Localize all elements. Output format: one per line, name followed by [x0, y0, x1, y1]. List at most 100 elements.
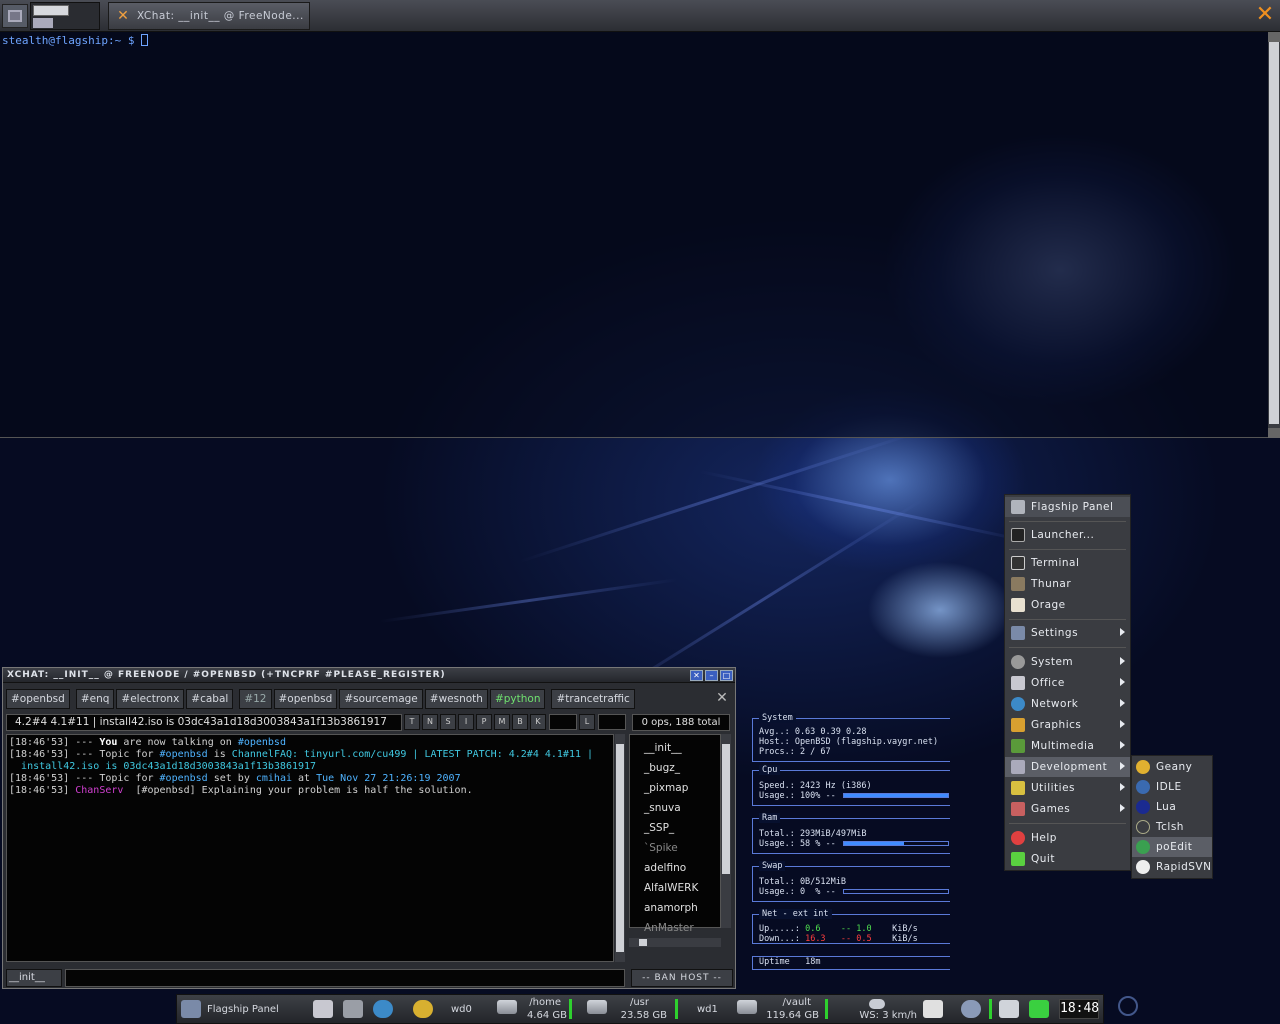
flagship-panel-button[interactable]: Flagship Panel	[181, 995, 305, 1023]
nick-item[interactable]: AlfalWERK	[644, 878, 720, 898]
submenu-item-poedit[interactable]: poEdit	[1132, 837, 1212, 857]
tab-openbsd-2[interactable]: #openbsd	[273, 689, 338, 709]
menu-item-system[interactable]: System	[1005, 652, 1130, 672]
tab-trancetraffic[interactable]: #trancetraffic	[551, 689, 635, 709]
nick-item[interactable]: __init__	[644, 738, 720, 758]
nick-item[interactable]: `Spike	[644, 838, 720, 858]
nick-list[interactable]: __init__ _bugz_ _pixmap _snuva _SSP_ `Sp…	[629, 734, 721, 934]
menu-item-settings[interactable]: Settings	[1005, 623, 1130, 643]
message-input[interactable]	[65, 969, 625, 987]
submenu-item-idle[interactable]: IDLE	[1132, 777, 1212, 797]
minimize-button[interactable]: –	[705, 669, 718, 681]
menu-item-thunar[interactable]: Thunar	[1005, 574, 1130, 594]
ram-usage: Usage.: 58 % --	[759, 839, 836, 849]
mode-i-button[interactable]: I	[458, 714, 474, 730]
menu-item-terminal[interactable]: Terminal	[1005, 553, 1130, 573]
workspace-1[interactable]	[33, 5, 69, 16]
submenu-item-rapidsvn[interactable]: RapidSVN	[1132, 857, 1212, 877]
menu-header: Flagship Panel	[1005, 497, 1130, 517]
menu-item-orage[interactable]: Orage	[1005, 595, 1130, 615]
menu-item-launcher[interactable]: Launcher...	[1005, 525, 1130, 545]
menu-item-development[interactable]: Development	[1005, 757, 1130, 777]
menu-item-network[interactable]: Network	[1005, 694, 1130, 714]
workspace-2[interactable]	[33, 18, 53, 28]
nick-item[interactable]: _SSP_	[644, 818, 720, 838]
chat-log[interactable]: [18:46'53] --- You are now talking on #o…	[6, 734, 614, 962]
tab-openbsd[interactable]: #openbsd	[6, 689, 70, 709]
menu-item-quit[interactable]: Quit	[1005, 849, 1130, 869]
close-button[interactable]: □	[720, 669, 733, 681]
file-cabinet-icon[interactable]	[343, 1000, 363, 1018]
pidgin-icon[interactable]	[413, 1000, 433, 1018]
scroll-up-icon[interactable]	[1268, 32, 1280, 42]
desktop-menu-button[interactable]	[2, 4, 28, 28]
mode-n-button[interactable]: N	[422, 714, 438, 730]
menu-item-utilities[interactable]: Utilities	[1005, 778, 1130, 798]
terminal-window[interactable]: stealth@flagship:~ $	[0, 32, 1280, 438]
logout-icon[interactable]	[1029, 1000, 1049, 1018]
tab-enq[interactable]: #enq	[75, 689, 115, 709]
mode-b-button[interactable]: B	[512, 714, 528, 730]
audio-icon[interactable]	[961, 1000, 981, 1018]
text-editor-icon[interactable]	[313, 1000, 333, 1018]
tab-python[interactable]: #python	[489, 689, 546, 709]
nick-item[interactable]: AnMaster	[644, 918, 720, 938]
xchat-titlebar[interactable]: XCHAT: __INIT__ @ FREENODE / #OPENBSD (+…	[3, 668, 735, 683]
menu-item-graphics[interactable]: Graphics	[1005, 715, 1130, 735]
topic-field[interactable]: 4.2#4 4.1#11 | install42.iso is 03dc43a1…	[6, 713, 402, 731]
mode-s-button[interactable]: S	[440, 714, 456, 730]
nicklist-hscrollbar[interactable]	[629, 938, 721, 947]
scroll-down-icon[interactable]	[1268, 428, 1280, 438]
mode-k-button[interactable]: K	[530, 714, 546, 730]
submenu-item-tclsh[interactable]: Tclsh	[1132, 817, 1212, 837]
tab-wesnoth[interactable]: #wesnoth	[424, 689, 488, 709]
ban-host-button[interactable]: -- BAN HOST --	[631, 969, 733, 987]
nick-item[interactable]: anamorph	[644, 898, 720, 918]
chat-scrollbar[interactable]	[615, 734, 625, 962]
menu-item-office[interactable]: Office	[1005, 673, 1130, 693]
submenu-item-lua[interactable]: Lua	[1132, 797, 1212, 817]
mode-l-button[interactable]: L	[579, 714, 595, 730]
mode-p-button[interactable]: P	[476, 714, 492, 730]
nick-item[interactable]: _snuva	[644, 798, 720, 818]
taskbar-item-xchat[interactable]: ✕ XChat: __init__ @ FreeNode...	[108, 2, 310, 30]
lock-screen-icon[interactable]	[999, 1000, 1019, 1018]
mount-vault[interactable]: /vault 119.64 GB	[737, 996, 819, 1022]
tab-electronx[interactable]: #electronx	[116, 689, 185, 709]
mode-t-button[interactable]: T	[404, 714, 420, 730]
scrollbar-thumb[interactable]	[1269, 42, 1279, 424]
mount-usr[interactable]: /usr 23.58 GB	[587, 996, 667, 1022]
poedit-icon	[1136, 840, 1150, 854]
weather-widget[interactable]: WS: 3 km/h	[841, 996, 917, 1022]
tab-sourcemage[interactable]: #sourcemage	[339, 689, 423, 709]
nicklist-scrollbar[interactable]	[721, 734, 731, 928]
nick-button[interactable]: __init__	[6, 969, 62, 987]
menu-item-games[interactable]: Games	[1005, 799, 1130, 819]
mode-m-button[interactable]: M	[494, 714, 510, 730]
globe-icon[interactable]	[373, 1000, 393, 1018]
workspace-pager[interactable]	[30, 2, 100, 30]
close-tab-icon[interactable]: ✕	[715, 691, 729, 706]
xchat-tray-icon[interactable]: ✕	[1252, 3, 1278, 29]
nick-item[interactable]: _pixmap	[644, 778, 720, 798]
scrollbar-thumb[interactable]	[639, 939, 647, 946]
shade-button[interactable]: ✕	[690, 669, 703, 681]
clock[interactable]: 18:48	[1059, 999, 1099, 1019]
mount-home[interactable]: /home 4.64 GB	[497, 996, 567, 1022]
limit-field[interactable]	[598, 714, 626, 730]
tab-12[interactable]: #12	[239, 689, 272, 709]
nick-item[interactable]: _bugz_	[644, 758, 720, 778]
submenu-item-geany[interactable]: Geany	[1132, 757, 1212, 777]
tab-cabal[interactable]: #cabal	[186, 689, 234, 709]
scrollbar-thumb[interactable]	[616, 744, 624, 952]
menu-item-multimedia[interactable]: Multimedia	[1005, 736, 1130, 756]
key-field[interactable]	[549, 714, 577, 730]
menu-item-help[interactable]: Help	[1005, 828, 1130, 848]
book-icon[interactable]	[923, 1000, 943, 1018]
swap-total: Total.: 0B/512MiB	[759, 877, 846, 887]
terminal-scrollbar[interactable]	[1268, 32, 1280, 438]
scrollbar-thumb[interactable]	[722, 744, 730, 874]
nick-item[interactable]: adelfino	[644, 858, 720, 878]
cpu-usage-bar	[843, 793, 949, 798]
section-header: Cpu	[759, 765, 781, 775]
